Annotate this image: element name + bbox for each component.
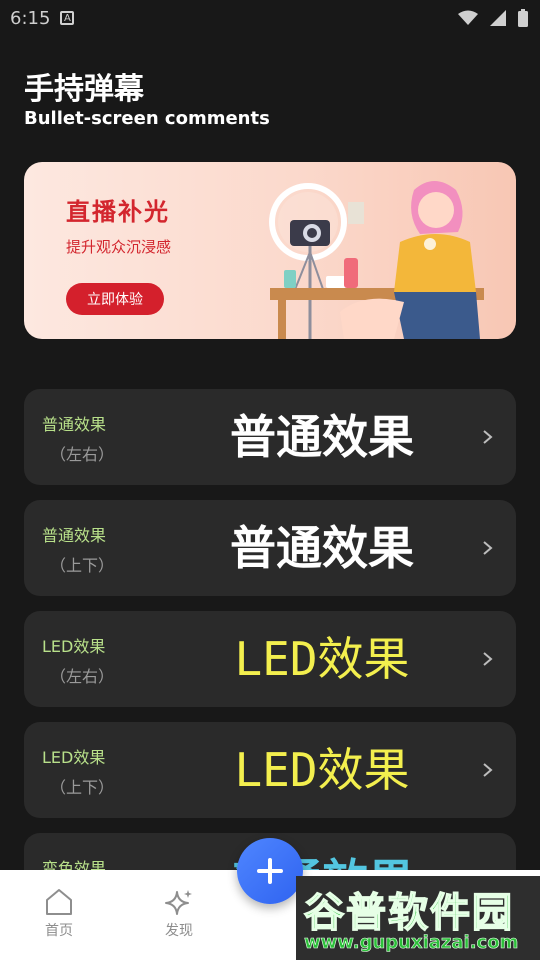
page-subtitle: Bullet-screen comments: [24, 108, 270, 129]
nav-label-discover: 发现: [165, 923, 193, 939]
banner-title: 直播补光: [66, 198, 170, 226]
status-time: 6:15: [10, 7, 51, 29]
watermark-logo: 谷普软件园 www.gupuxiazai.com: [296, 876, 540, 960]
effect-label: 普通效果: [42, 415, 107, 434]
effect-label: 普通效果: [42, 526, 107, 545]
banner-subtitle: 提升观众沉浸感: [66, 238, 172, 256]
sparkle-icon: [165, 890, 192, 915]
watermark-title: 谷普软件园: [303, 889, 514, 937]
chevron-right-icon: [483, 541, 493, 555]
effect-label: LED效果: [42, 637, 106, 656]
status-right: [458, 9, 528, 27]
effect-direction: （上下）: [50, 556, 115, 575]
effect-preview: 普通效果: [230, 521, 414, 575]
effect-direction: （上下）: [50, 778, 115, 797]
effect-direction: （左右）: [50, 667, 115, 686]
nav-item-discover[interactable]: 发现: [144, 888, 214, 940]
effect-label: LED效果: [42, 748, 106, 767]
nav-label-home: 首页: [45, 923, 73, 939]
nav-item-home[interactable]: 首页: [24, 888, 94, 940]
wifi-icon: [458, 10, 478, 25]
effect-card-led-vertical[interactable]: LED效果 （上下） LED效果: [24, 722, 516, 818]
effect-preview: LED效果: [234, 632, 410, 686]
effect-preview: LED效果: [234, 743, 410, 797]
chevron-right-icon: [483, 652, 493, 666]
effect-card-led-horizontal[interactable]: LED效果 （左右） LED效果: [24, 611, 516, 707]
chevron-right-icon: [483, 430, 493, 444]
livestream-illustration: [269, 181, 484, 339]
effect-card-normal-horizontal[interactable]: 普通效果 （左右） 普通效果: [24, 389, 516, 485]
home-icon: [46, 889, 72, 915]
effect-preview: 普通效果: [230, 410, 414, 464]
signal-icon: [490, 10, 506, 26]
effect-direction: （左右）: [50, 445, 115, 464]
status-bar: 6:15 A: [0, 0, 540, 36]
watermark-url: www.gupuxiazai.com: [304, 932, 519, 954]
add-button[interactable]: [237, 838, 303, 904]
page-title: 手持弹幕: [24, 72, 144, 107]
promo-banner[interactable]: 直播补光 提升观众沉浸感 立即体验: [24, 162, 516, 339]
status-left: 6:15 A: [10, 7, 75, 29]
try-now-button[interactable]: 立即体验: [66, 283, 164, 315]
effect-card-normal-vertical[interactable]: 普通效果 （上下） 普通效果: [24, 500, 516, 596]
battery-icon: [518, 9, 528, 27]
plus-icon: [257, 858, 283, 884]
chevron-right-icon: [483, 763, 493, 777]
notification-icon: A: [60, 11, 75, 25]
